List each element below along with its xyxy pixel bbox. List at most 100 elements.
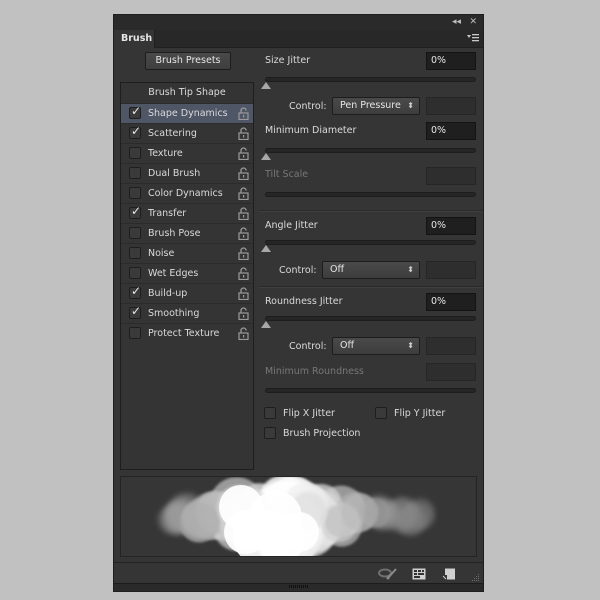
brush-projection-label[interactable]: Brush Projection bbox=[283, 428, 360, 439]
flip-y-jitter-checkbox[interactable] bbox=[375, 407, 387, 419]
size-control-select[interactable]: Pen Pressure ⬍ bbox=[332, 97, 420, 115]
list-item[interactable]: ✓ Build-up bbox=[121, 283, 253, 303]
panel-menu-icon[interactable] bbox=[467, 32, 479, 44]
list-item-checkbox[interactable] bbox=[129, 327, 141, 339]
list-item[interactable]: Wet Edges bbox=[121, 263, 253, 283]
checkmark-icon: ✓ bbox=[131, 204, 142, 218]
list-item-checkbox[interactable] bbox=[129, 247, 141, 259]
list-item-checkbox[interactable] bbox=[129, 227, 141, 239]
lock-icon[interactable] bbox=[238, 327, 249, 340]
list-item-checkbox[interactable] bbox=[129, 187, 141, 199]
flip-x-jitter-checkbox[interactable] bbox=[264, 407, 276, 419]
updown-arrows-icon: ⬍ bbox=[407, 341, 414, 350]
tab-brush[interactable]: Brush bbox=[114, 30, 155, 48]
list-item-brush-tip-shape[interactable]: Brush Tip Shape bbox=[121, 83, 253, 103]
divider bbox=[259, 286, 483, 288]
lock-icon[interactable] bbox=[238, 127, 249, 140]
list-item[interactable]: ✓ Smoothing bbox=[121, 303, 253, 323]
close-icon[interactable]: ✕ bbox=[469, 16, 477, 28]
list-item[interactable]: Color Dynamics bbox=[121, 183, 253, 203]
angle-control-fade-input bbox=[426, 261, 476, 279]
list-item-checkbox[interactable]: ✓ bbox=[129, 124, 141, 139]
create-new-brush-icon[interactable] bbox=[442, 568, 456, 580]
angle-jitter-input[interactable]: 0% bbox=[426, 217, 476, 235]
roundness-jitter-input[interactable]: 0% bbox=[426, 293, 476, 311]
divider bbox=[259, 210, 483, 212]
roundness-jitter-slider[interactable] bbox=[265, 316, 476, 321]
updown-arrows-icon: ⬍ bbox=[407, 265, 414, 274]
roundness-control-fade-input bbox=[426, 337, 476, 355]
roundness-jitter-thumb[interactable] bbox=[261, 321, 271, 328]
list-item-checkbox[interactable]: ✓ bbox=[129, 104, 141, 119]
minimum-roundness-input bbox=[426, 363, 476, 381]
list-item-checkbox[interactable] bbox=[129, 267, 141, 279]
lock-icon[interactable] bbox=[238, 107, 249, 120]
roundness-control-value: Off bbox=[340, 340, 355, 351]
lock-icon[interactable] bbox=[238, 167, 249, 180]
brush-projection-checkbox[interactable] bbox=[264, 427, 276, 439]
list-item-checkbox[interactable] bbox=[129, 147, 141, 159]
angle-jitter-thumb[interactable] bbox=[261, 245, 271, 252]
stroke-preview-image bbox=[157, 477, 435, 556]
lock-icon[interactable] bbox=[238, 187, 249, 200]
angle-control-label: Control: bbox=[279, 265, 317, 276]
tilt-scale-label: Tilt Scale bbox=[265, 169, 309, 180]
flip-y-jitter-label[interactable]: Flip Y Jitter bbox=[394, 408, 445, 419]
checkmark-icon: ✓ bbox=[131, 304, 142, 318]
lock-icon[interactable] bbox=[238, 227, 249, 240]
list-item[interactable]: Dual Brush bbox=[121, 163, 253, 183]
panel-titlebar[interactable]: ◂◂ ✕ bbox=[114, 15, 483, 30]
list-item-checkbox[interactable]: ✓ bbox=[129, 304, 142, 319]
lock-icon[interactable] bbox=[238, 267, 249, 280]
stroke-dab bbox=[407, 501, 435, 529]
roundness-control-select[interactable]: Off ⬍ bbox=[332, 337, 420, 355]
list-item-label: Scattering bbox=[148, 128, 197, 139]
size-jitter-thumb[interactable] bbox=[261, 82, 271, 89]
angle-control-select[interactable]: Off ⬍ bbox=[322, 261, 420, 279]
lock-icon[interactable] bbox=[238, 207, 249, 220]
list-item-label: Build-up bbox=[148, 288, 188, 299]
list-item[interactable]: ✓ Transfer bbox=[121, 203, 253, 223]
open-preset-manager-icon[interactable] bbox=[412, 568, 426, 580]
list-item[interactable]: Brush Pose bbox=[121, 223, 253, 243]
lock-icon[interactable] bbox=[238, 287, 249, 300]
panel-footer bbox=[114, 562, 483, 585]
list-item-label: Wet Edges bbox=[148, 268, 199, 279]
list-item[interactable]: ✓ Shape Dynamics bbox=[121, 103, 253, 123]
list-item[interactable]: Noise bbox=[121, 243, 253, 263]
angle-jitter-slider[interactable] bbox=[265, 240, 476, 245]
panel-resize-handle[interactable] bbox=[114, 583, 483, 591]
roundness-control-label: Control: bbox=[289, 341, 327, 352]
stroke-dab bbox=[362, 495, 396, 529]
list-item-label: Shape Dynamics bbox=[148, 108, 228, 119]
list-item-checkbox[interactable] bbox=[129, 167, 141, 179]
updown-arrows-icon: ⬍ bbox=[407, 101, 414, 110]
lock-icon[interactable] bbox=[238, 247, 249, 260]
list-item[interactable]: ✓ Scattering bbox=[121, 123, 253, 143]
tilt-scale-input bbox=[426, 167, 476, 185]
lock-icon[interactable] bbox=[238, 307, 249, 320]
minimum-diameter-slider[interactable] bbox=[265, 148, 476, 153]
list-item-label: Transfer bbox=[148, 208, 187, 219]
double-chevron-left-icon[interactable]: ◂◂ bbox=[452, 16, 461, 28]
minimum-diameter-input[interactable]: 0% bbox=[426, 122, 476, 140]
angle-control-value: Off bbox=[330, 264, 345, 275]
toggle-live-tip-preview-icon[interactable] bbox=[378, 568, 398, 580]
roundness-jitter-label: Roundness Jitter bbox=[265, 296, 343, 307]
flip-x-jitter-label[interactable]: Flip X Jitter bbox=[283, 408, 335, 419]
size-jitter-input[interactable]: 0% bbox=[426, 52, 476, 70]
grip-dots-icon bbox=[288, 585, 309, 588]
list-item[interactable]: Texture bbox=[121, 143, 253, 163]
minimum-roundness-label: Minimum Roundness bbox=[265, 366, 364, 377]
list-item-label: Color Dynamics bbox=[148, 188, 223, 199]
list-item[interactable]: Protect Texture bbox=[121, 323, 253, 343]
list-item-label: Noise bbox=[148, 248, 175, 259]
size-jitter-slider[interactable] bbox=[265, 77, 476, 82]
list-item-checkbox[interactable]: ✓ bbox=[129, 284, 141, 299]
brush-presets-button[interactable]: Brush Presets bbox=[145, 52, 231, 70]
list-item-checkbox[interactable]: ✓ bbox=[129, 204, 142, 219]
lock-icon[interactable] bbox=[238, 147, 249, 160]
resize-grip-icon[interactable] bbox=[471, 573, 480, 582]
brush-stroke-preview bbox=[120, 476, 477, 557]
minimum-diameter-thumb[interactable] bbox=[261, 153, 271, 160]
